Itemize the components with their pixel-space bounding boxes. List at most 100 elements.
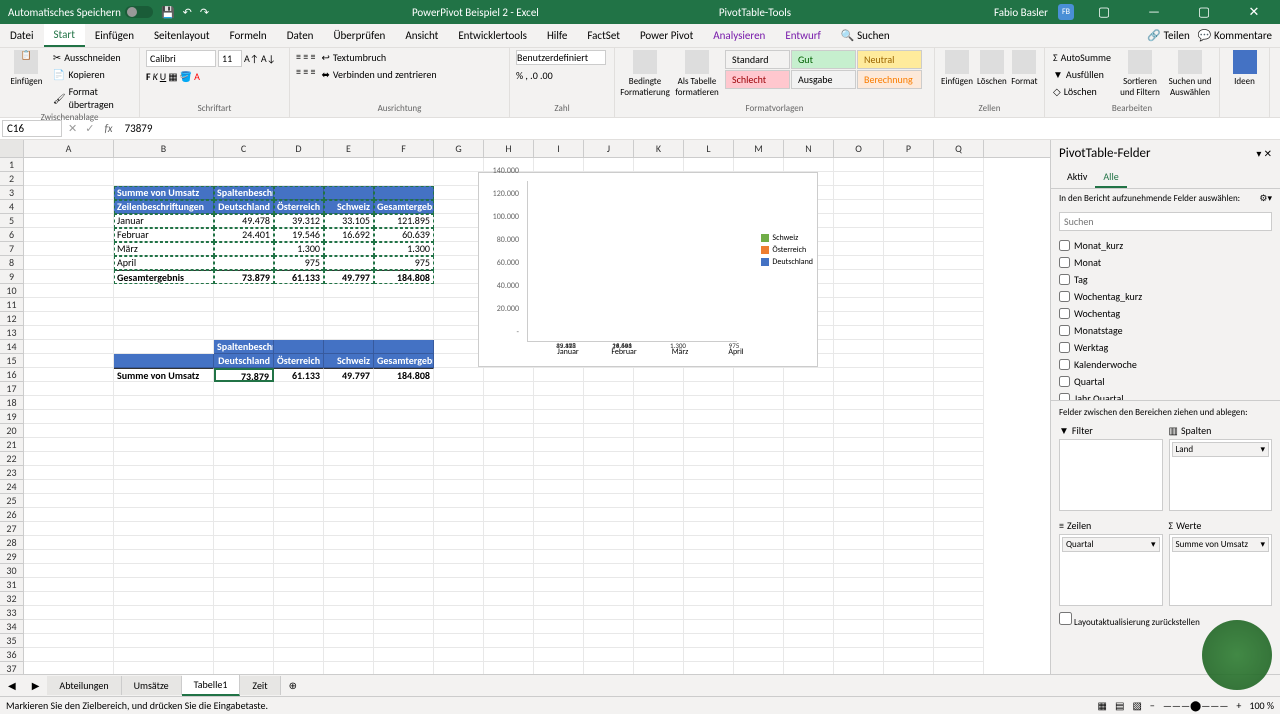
cell[interactable] <box>884 480 934 494</box>
cell[interactable]: 975 <box>274 256 324 270</box>
cell[interactable] <box>114 592 214 606</box>
cell[interactable] <box>834 200 884 214</box>
cell[interactable] <box>884 522 934 536</box>
cell[interactable] <box>214 410 274 424</box>
cell[interactable] <box>634 368 684 382</box>
user-avatar[interactable]: FB <box>1058 4 1074 20</box>
cell[interactable] <box>784 410 834 424</box>
cell[interactable] <box>24 158 114 172</box>
bold-button[interactable]: F <box>146 70 151 83</box>
cell[interactable] <box>934 158 984 172</box>
new-sheet-icon[interactable]: ⊕ <box>281 679 305 692</box>
row-header-12[interactable]: 12 <box>0 312 24 326</box>
col-header-E[interactable]: E <box>324 140 374 157</box>
cell[interactable] <box>274 494 324 508</box>
cell[interactable] <box>374 158 434 172</box>
cell[interactable] <box>934 242 984 256</box>
cell[interactable] <box>934 424 984 438</box>
cell[interactable] <box>274 648 324 662</box>
cell[interactable] <box>784 508 834 522</box>
menu-search[interactable]: 🔍 Suchen <box>831 25 900 46</box>
cell[interactable] <box>834 508 884 522</box>
cell[interactable] <box>114 508 214 522</box>
cell[interactable] <box>834 158 884 172</box>
field-pane-gear-icon[interactable]: ⚙▾ <box>1259 193 1272 204</box>
cell[interactable] <box>114 564 214 578</box>
cell[interactable] <box>324 172 374 186</box>
cell[interactable] <box>734 522 784 536</box>
cell[interactable] <box>784 480 834 494</box>
as-table-button[interactable]: Als Tabelle formatieren <box>673 50 721 98</box>
cell[interactable] <box>684 578 734 592</box>
cell[interactable] <box>214 242 274 256</box>
cell[interactable] <box>324 634 374 648</box>
cell[interactable] <box>374 382 434 396</box>
cell[interactable] <box>434 592 484 606</box>
cell[interactable] <box>24 522 114 536</box>
cell[interactable] <box>934 648 984 662</box>
cell[interactable] <box>24 578 114 592</box>
cell[interactable]: 49.797 <box>324 270 374 284</box>
zoom-out-button[interactable]: − <box>1150 699 1155 712</box>
cell[interactable] <box>934 438 984 452</box>
cell[interactable] <box>24 354 114 368</box>
row-header-6[interactable]: 6 <box>0 228 24 242</box>
col-header-A[interactable]: A <box>24 140 114 157</box>
col-header-P[interactable]: P <box>884 140 934 157</box>
cell[interactable] <box>934 396 984 410</box>
cell[interactable] <box>684 410 734 424</box>
cell[interactable] <box>884 578 934 592</box>
field-checkbox[interactable] <box>1059 274 1070 285</box>
col-header-Q[interactable]: Q <box>934 140 984 157</box>
font-size-input[interactable] <box>218 50 242 67</box>
cell[interactable]: 184.808 <box>374 270 434 284</box>
delete-cells-button[interactable]: Löschen <box>977 50 1007 87</box>
cell[interactable] <box>214 452 274 466</box>
cell[interactable] <box>734 368 784 382</box>
cell[interactable] <box>484 466 534 480</box>
cell[interactable] <box>324 536 374 550</box>
cell[interactable] <box>834 424 884 438</box>
menu-factset[interactable]: FactSet <box>577 25 630 46</box>
cell[interactable] <box>834 578 884 592</box>
cell[interactable] <box>634 606 684 620</box>
cell[interactable] <box>24 382 114 396</box>
cell[interactable] <box>834 326 884 340</box>
cell[interactable]: 61.133 <box>274 270 324 284</box>
cell[interactable] <box>114 298 214 312</box>
cell[interactable] <box>324 382 374 396</box>
cell[interactable] <box>374 326 434 340</box>
cell[interactable] <box>374 452 434 466</box>
cell[interactable] <box>784 648 834 662</box>
cell[interactable] <box>324 578 374 592</box>
spreadsheet-grid[interactable]: ABCDEFGHIJKLMNOPQ 1234567891011121314151… <box>0 140 1050 674</box>
cell[interactable] <box>834 214 884 228</box>
cell[interactable] <box>374 172 434 186</box>
cell[interactable] <box>324 438 374 452</box>
cell[interactable] <box>374 592 434 606</box>
cell[interactable] <box>24 494 114 508</box>
cell[interactable] <box>214 298 274 312</box>
cell[interactable] <box>324 424 374 438</box>
cell[interactable] <box>834 270 884 284</box>
cell[interactable] <box>274 480 324 494</box>
cell[interactable] <box>274 312 324 326</box>
cell[interactable]: 49.478 <box>214 214 274 228</box>
cell[interactable] <box>24 284 114 298</box>
cell[interactable]: 1.300 <box>274 242 324 256</box>
cell[interactable] <box>114 172 214 186</box>
col-header-O[interactable]: O <box>834 140 884 157</box>
cell[interactable] <box>834 396 884 410</box>
cell[interactable] <box>114 578 214 592</box>
cell[interactable] <box>584 606 634 620</box>
cell[interactable] <box>534 536 584 550</box>
cell[interactable] <box>634 522 684 536</box>
row-header-24[interactable]: 24 <box>0 480 24 494</box>
cell[interactable] <box>934 382 984 396</box>
cell[interactable] <box>884 214 934 228</box>
menu-formeln[interactable]: Formeln <box>220 25 277 46</box>
cell[interactable] <box>834 592 884 606</box>
cell[interactable] <box>24 620 114 634</box>
sheet-tab-zeit[interactable]: Zeit <box>240 676 280 695</box>
cell[interactable] <box>214 172 274 186</box>
